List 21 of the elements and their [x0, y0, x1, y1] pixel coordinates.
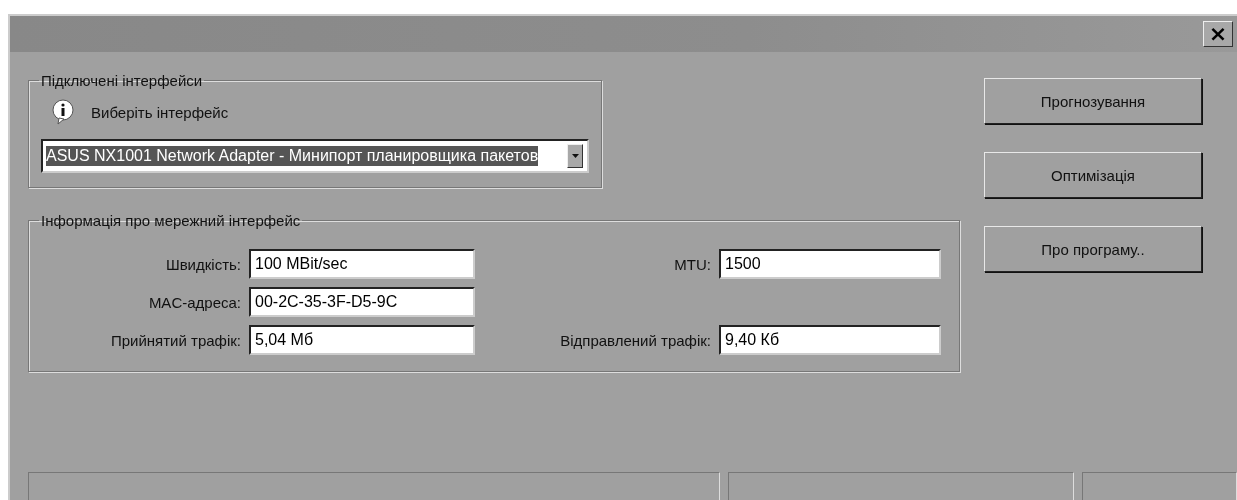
dialog-button[interactable]: Оптимізація — [984, 152, 1202, 198]
field-label: Відправлений трафік: — [559, 331, 711, 349]
dialog-button[interactable]: Про програму.. — [984, 226, 1202, 272]
dialog-button[interactable]: Прогнозування — [984, 78, 1202, 124]
group-title: Підключені інтерфейси — [40, 72, 204, 89]
group-title: Інформація про мережний інтерфейс — [40, 212, 302, 229]
input-field[interactable]: 5,04 Мб — [249, 325, 475, 355]
field-label: Швидкість: — [164, 255, 241, 273]
interface-dropdown[interactable]: ASUS NX1001 Network Adapter - Минипорт планировщика пакетов — [41, 139, 589, 173]
field-label: MTU: — [673, 255, 711, 273]
field-label: MAC-адреса: — [147, 293, 241, 311]
input-field[interactable]: 00-2C-35-3F-D5-9C — [249, 287, 475, 317]
caret-icon — [571, 154, 579, 158]
close-button[interactable]: × — [1203, 21, 1233, 47]
field-label: Прийнятий трафік: — [109, 331, 241, 349]
info-icon — [51, 99, 75, 125]
dropdown-arrow-button[interactable] — [567, 144, 583, 168]
input-field[interactable]: 100 MBit/sec — [249, 249, 475, 279]
input-field[interactable]: 9,40 Кб — [719, 325, 941, 355]
hint-text: Виберіть інтерфейс — [91, 103, 229, 121]
input-field[interactable]: 1500 — [719, 249, 941, 279]
